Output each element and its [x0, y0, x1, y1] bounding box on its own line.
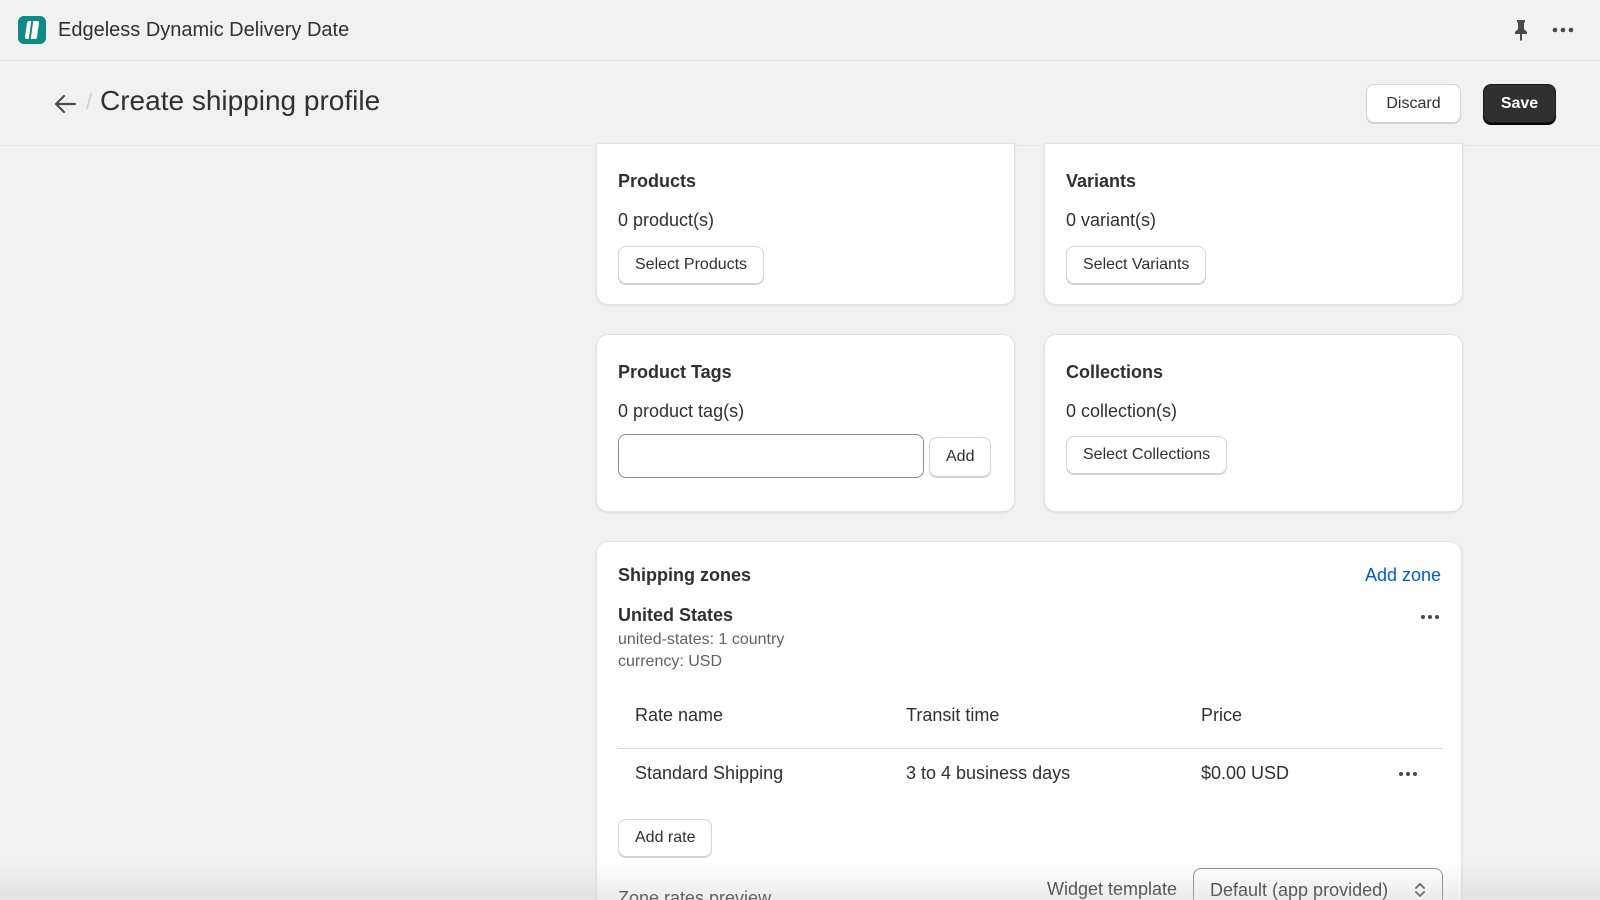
price-cell: $0.00 USD: [1201, 763, 1290, 783]
products-card: Products 0 product(s) Select Products: [596, 143, 1015, 305]
zone-countries: united-states: 1 country: [618, 631, 785, 648]
widget-template-value: Default (app provided): [1210, 879, 1389, 900]
widget-template-select[interactable]: Default (app provided): [1193, 868, 1443, 900]
products-count: 0 product(s): [618, 210, 715, 230]
save-button[interactable]: Save: [1483, 84, 1556, 123]
zone-name: United States: [618, 605, 734, 625]
collections-count: 0 collection(s): [1066, 401, 1178, 421]
transit-time-cell: 3 to 4 business days: [906, 763, 1071, 783]
app-title: Edgeless Dynamic Delivery Date: [58, 18, 350, 41]
column-header-rate-name: Rate name: [635, 705, 724, 725]
add-zone-link[interactable]: Add zone: [1365, 565, 1441, 586]
select-collections-button[interactable]: Select Collections: [1066, 436, 1228, 474]
zone-currency: currency: USD: [618, 653, 723, 670]
select-chevron-icon: [1415, 883, 1425, 897]
select-variants-button[interactable]: Select Variants: [1066, 246, 1207, 284]
product-tags-count: 0 product tag(s): [618, 401, 745, 421]
app-logo-icon: [18, 16, 46, 44]
pin-icon[interactable]: [1512, 19, 1530, 41]
discard-button[interactable]: Discard: [1366, 84, 1461, 123]
collections-title: Collections: [1066, 362, 1164, 382]
arrow-left-icon: [54, 94, 77, 114]
variants-title: Variants: [1066, 171, 1137, 191]
app-bar-actions: [1512, 19, 1574, 41]
collections-card: Collections 0 collection(s) Select Colle…: [1044, 334, 1463, 512]
products-title: Products: [618, 171, 697, 191]
add-rate-button[interactable]: Add rate: [618, 819, 713, 857]
select-products-button[interactable]: Select Products: [618, 246, 765, 284]
zone-rates-preview-label: Zone rates preview: [618, 888, 772, 900]
variants-count: 0 variant(s): [1066, 210, 1157, 230]
page-header: / Create shipping profile Discard Save: [0, 61, 1600, 146]
back-button[interactable]: [50, 89, 80, 119]
table-divider: [618, 748, 1442, 749]
breadcrumb-separator: /: [86, 89, 93, 114]
product-tags-title: Product Tags: [618, 362, 732, 382]
rate-more-icon[interactable]: [1399, 772, 1417, 776]
product-tag-input[interactable]: [618, 434, 924, 478]
page-title: Create shipping profile: [100, 85, 381, 116]
zone-more-icon[interactable]: [1421, 615, 1439, 619]
add-tag-button[interactable]: Add: [929, 437, 992, 477]
column-header-price: Price: [1201, 705, 1243, 725]
shipping-zones-card: Shipping zones Add zone United States un…: [596, 541, 1462, 900]
shipping-zones-title: Shipping zones: [618, 565, 751, 585]
app-bar: Edgeless Dynamic Delivery Date: [0, 0, 1600, 61]
product-tags-card: Product Tags 0 product tag(s) Add: [596, 334, 1015, 512]
variants-card: Variants 0 variant(s) Select Variants: [1044, 143, 1463, 305]
more-horizontal-icon[interactable]: [1552, 27, 1574, 33]
widget-template-label: Widget template: [1047, 879, 1178, 899]
rate-name-cell: Standard Shipping: [635, 763, 784, 783]
column-header-transit-time: Transit time: [906, 705, 1000, 725]
